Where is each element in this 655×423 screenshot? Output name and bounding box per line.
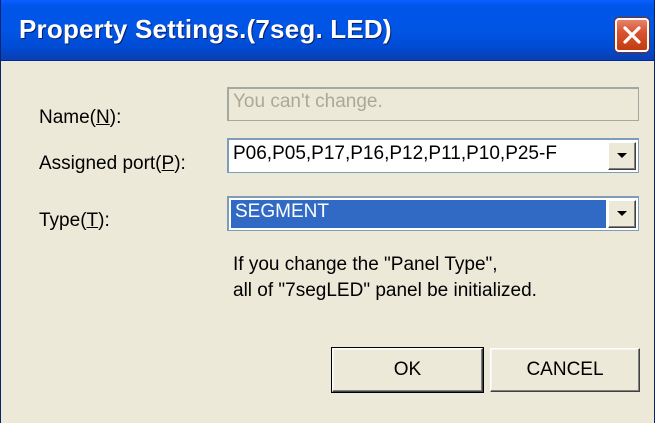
assigned-port-label: Assigned port(P): [39,153,186,174]
ok-button-label: OK [393,359,422,380]
name-field: You can't change. [227,87,639,121]
info-line-1: If you change the "Panel Type", [233,254,498,275]
name-field-value: You can't change. [233,91,383,112]
type-label: Type(T): [39,210,110,231]
property-settings-dialog: Property Settings.(7seg. LED) Name(N): Y… [0,0,655,423]
assigned-port-value: P06,P05,P17,P16,P12,P11,P10,P25-F [233,143,557,164]
assigned-port-dropdown-button[interactable] [608,142,636,170]
info-line-2: all of "7segLED" panel be initialized. [233,280,537,301]
cancel-button[interactable]: CANCEL [490,348,640,392]
ok-button[interactable]: OK [331,347,484,393]
chevron-down-icon [617,153,627,158]
dialog-title: Property Settings.(7seg. LED) [19,14,392,44]
close-x-icon [623,26,641,44]
type-dropdown-button[interactable] [608,200,636,228]
type-value: SEGMENT [235,201,329,222]
type-dropdown[interactable]: SEGMENT [227,196,639,231]
cancel-button-label: CANCEL [526,359,604,380]
info-message: If you change the "Panel Type", all of "… [233,252,537,304]
assigned-port-dropdown[interactable]: P06,P05,P17,P16,P12,P11,P10,P25-F [227,138,639,173]
close-button[interactable] [615,18,649,52]
title-bar[interactable]: Property Settings.(7seg. LED) [1,0,654,61]
name-label: Name(N): [39,107,122,128]
chevron-down-icon [617,211,627,216]
